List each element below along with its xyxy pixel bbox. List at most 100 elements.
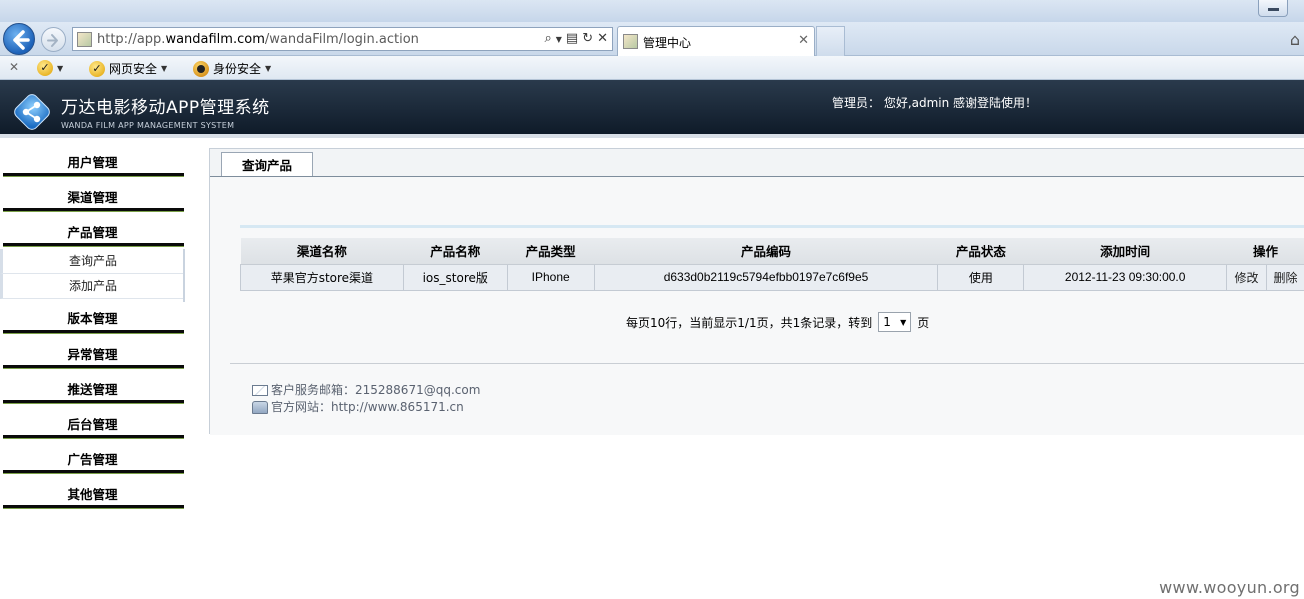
cell-product-code: d633d0b2119c5794efbb0197e7c6f9e5 <box>593 263 939 291</box>
chevron-down-icon: ▼ <box>161 64 168 73</box>
sidebar-item-user-management[interactable]: 用户管理 <box>0 142 185 177</box>
sidebar-item-exception-management[interactable]: 异常管理 <box>0 334 185 369</box>
sidebar-item-product-management[interactable]: 产品管理 <box>0 212 185 247</box>
sidebar-item-channel-management[interactable]: 渠道管理 <box>0 177 185 212</box>
url-prefix: http://app. <box>97 32 166 47</box>
cell-status: 使用 <box>937 263 1025 291</box>
column-header: 产品名称 <box>403 238 508 265</box>
pagination: 每页10行，当前显示1/1页，共1条记录，转到 1 ▼ 页 <box>626 312 929 332</box>
app-subtitle: WANDA FILM APP MANAGEMENT SYSTEM <box>61 121 235 130</box>
window-titlebar <box>0 0 1304 22</box>
column-header: 渠道名称 <box>240 238 404 265</box>
divider <box>240 225 1304 228</box>
app-title: 万达电影移动APP管理系统 <box>61 98 270 118</box>
contact-info: 客户服务邮箱：215288671@qq.com 官方网站：http://www.… <box>252 382 480 416</box>
panel-body: 渠道名称 产品名称 产品类型 产品编码 产品状态 添加时间 操作 苹果官方sto… <box>210 177 1304 435</box>
sidebar-item-other-management[interactable]: 其他管理 <box>0 474 185 509</box>
forward-arrow-icon <box>47 34 58 47</box>
delete-link[interactable]: 删除 <box>1273 271 1297 285</box>
sidebar-item-label: 广告管理 <box>67 452 118 467</box>
cell-delete: 删除 <box>1266 263 1304 291</box>
cell-edit: 修改 <box>1226 263 1267 291</box>
mail-icon <box>252 385 268 396</box>
cell-added-time: 2012-11-23 09:30:00.0 <box>1023 263 1228 291</box>
command-bar: ✕ ✓ ▼ ✓ 网页安全 ▼ 身份安全 ▼ <box>0 56 1304 80</box>
sidebar: 用户管理 渠道管理 产品管理 查询产品 添加产品 版本管理 异常管理 推送管理 … <box>0 142 185 599</box>
identity-icon <box>193 60 209 77</box>
app-logo-icon <box>14 94 50 130</box>
divider <box>230 363 1304 364</box>
identity-security-label: 身份安全 <box>213 62 262 76</box>
welcome-text: 管理员： 您好,admin 感谢登陆使用！ <box>832 96 1038 110</box>
table-row: 苹果官方store渠道 ios_store版 IPhone d633d0b211… <box>240 263 1304 291</box>
sidebar-item-ad-management[interactable]: 广告管理 <box>0 439 185 474</box>
compatibility-icon[interactable]: ▤ <box>566 31 578 46</box>
sidebar-item-version-management[interactable]: 版本管理 <box>0 302 185 334</box>
stop-icon[interactable]: ✕ <box>597 31 608 46</box>
column-header: 添加时间 <box>1023 238 1227 265</box>
checkmark-icon: ✓ <box>89 60 105 77</box>
search-icon[interactable]: ⌕ <box>544 31 551 46</box>
column-header: 产品编码 <box>594 238 938 265</box>
tab-admin-center[interactable]: 管理中心 ✕ <box>617 26 815 56</box>
sidebar-item-label: 后台管理 <box>67 417 118 432</box>
checkmark-icon: ✓ <box>37 60 53 76</box>
page-select[interactable]: 1 ▼ <box>878 312 912 332</box>
dropdown-icon[interactable]: ▼ <box>556 35 562 46</box>
pagination-suffix: 页 <box>917 315 930 330</box>
submenu-item-query-product[interactable]: 查询产品 <box>0 249 183 274</box>
web-security-label: 网页安全 <box>109 62 158 76</box>
back-arrow-icon <box>13 30 30 50</box>
contact-email-row: 客户服务邮箱：215288671@qq.com <box>252 382 480 399</box>
browser-navbar: http://app.wandafilm.com/wandaFilm/login… <box>0 22 1304 56</box>
contact-website: 官方网站：http://www.865171.cn <box>271 400 464 414</box>
product-submenu: 查询产品 添加产品 <box>0 249 185 302</box>
cell-channel: 苹果官方store渠道 <box>240 263 404 291</box>
contact-website-row: 官方网站：http://www.865171.cn <box>252 399 480 416</box>
new-tab-button[interactable] <box>816 26 845 56</box>
chevron-down-icon: ▼ <box>265 64 272 73</box>
submenu-item-add-product[interactable]: 添加产品 <box>0 274 183 299</box>
app-header: 万达电影移动APP管理系统 WANDA FILM APP MANAGEMENT … <box>0 80 1304 138</box>
tab-query-product[interactable]: 查询产品 <box>221 152 313 177</box>
home-icon[interactable]: ⌂ <box>1290 30 1300 49</box>
sidebar-item-label: 推送管理 <box>67 382 118 397</box>
page-select-value: 1 <box>883 315 891 329</box>
identity-security-button[interactable]: 身份安全 ▼ <box>193 60 271 77</box>
sidebar-item-label: 渠道管理 <box>67 190 118 205</box>
window-minimize-button[interactable] <box>1258 0 1288 17</box>
sidebar-item-label: 版本管理 <box>67 311 118 326</box>
sidebar-item-label: 产品管理 <box>67 225 118 240</box>
refresh-icon[interactable]: ↻ <box>582 31 593 46</box>
phone-icon <box>252 401 268 414</box>
forward-button[interactable] <box>41 27 66 52</box>
column-header: 操作 <box>1226 238 1304 265</box>
favorites-check-button[interactable]: ✓ ▼ <box>37 60 63 76</box>
sidebar-divider <box>3 243 184 247</box>
sidebar-divider <box>3 505 184 509</box>
close-icon[interactable]: ✕ <box>9 60 19 74</box>
back-button[interactable] <box>3 23 35 55</box>
web-security-button[interactable]: ✓ 网页安全 ▼ <box>89 60 167 77</box>
watermark: www.wooyun.org <box>1159 578 1300 597</box>
chevron-down-icon: ▼ <box>900 317 907 327</box>
page-favicon-icon <box>77 32 92 47</box>
edit-link[interactable]: 修改 <box>1235 271 1259 285</box>
tab-close-icon[interactable]: ✕ <box>798 33 809 48</box>
address-tools: ⌕ ▼ ▤ ↻ ✕ <box>544 31 608 46</box>
sidebar-item-backend-management[interactable]: 后台管理 <box>0 404 185 439</box>
url-domain: wandafilm.com <box>165 32 265 47</box>
address-url[interactable]: http://app.wandafilm.com/wandaFilm/login… <box>97 32 419 47</box>
tab-favicon-icon <box>623 34 638 49</box>
tab-label: 管理中心 <box>643 36 692 50</box>
column-header: 产品状态 <box>937 238 1024 265</box>
sidebar-item-label: 异常管理 <box>67 347 118 362</box>
address-bar[interactable]: http://app.wandafilm.com/wandaFilm/login… <box>72 27 613 51</box>
column-header: 产品类型 <box>507 238 595 265</box>
sidebar-item-label: 用户管理 <box>67 155 118 170</box>
sidebar-item-push-management[interactable]: 推送管理 <box>0 369 185 404</box>
product-table: 渠道名称 产品名称 产品类型 产品编码 产品状态 添加时间 操作 苹果官方sto… <box>240 238 1304 291</box>
cell-product-name: ios_store版 <box>402 263 508 291</box>
pagination-text: 每页10行，当前显示1/1页，共1条记录，转到 <box>626 315 873 330</box>
url-path: /wandaFilm/login.action <box>264 32 419 47</box>
